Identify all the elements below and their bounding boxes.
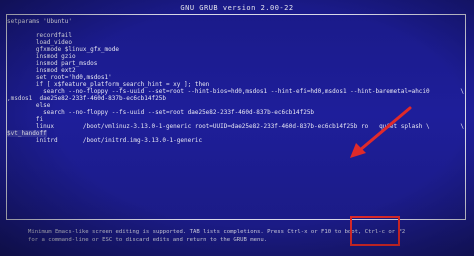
editor-line-recordfail[interactable]: recordfail <box>7 32 72 39</box>
editor-line-search-hint-cont[interactable]: ,msdos1 dae25e82-233f-460d-837b-ec6cb14f… <box>7 95 166 102</box>
editor-line-fi[interactable]: fi <box>7 116 43 123</box>
editor-line-insmod-part-msdos[interactable]: insmod part_msdos <box>7 60 97 67</box>
editor-line-load-video[interactable]: load_video <box>7 39 72 46</box>
editor-help-text: Minimum Emacs-like screen editing is sup… <box>28 229 405 244</box>
editor-line-if-feature[interactable]: if [ x$feature_platform_search_hint = xy… <box>7 81 209 88</box>
editor-line-else[interactable]: else <box>7 102 50 109</box>
help-line-1: Minimum Emacs-like screen editing is sup… <box>28 229 406 235</box>
help-line-2: for a command-line or ESC to discard edi… <box>28 236 268 243</box>
grub-screen: GNU GRUB version 2.00-22 setparams 'Ubun… <box>0 0 474 256</box>
line-overflow-marker: \ <box>460 123 464 130</box>
editor-line-vt-handoff[interactable]: $vt_handoff <box>7 130 47 137</box>
editor-line-search[interactable]: search --no-floppy --fs-uuid --set=root … <box>7 109 314 116</box>
editor-line-setparams[interactable]: setparams 'Ubuntu' <box>7 18 72 25</box>
f10-highlight-box <box>350 216 400 246</box>
editor-line-gfxmode[interactable]: gfxmode $linux_gfx_mode <box>7 46 119 53</box>
boot-entry-editor[interactable]: setparams 'Ubuntu' recordfail load_video… <box>6 14 466 220</box>
line-overflow-marker: \ <box>460 88 464 95</box>
editor-line-insmod-ext2[interactable]: insmod ext2 <box>7 67 76 74</box>
editor-line-initrd[interactable]: initrd /boot/initrd.img-3.13.0-1-generic <box>7 137 202 144</box>
editor-line-linux[interactable]: linux /boot/vmlinuz-3.13.0-1-generic roo… <box>7 123 430 130</box>
editor-line-set-root[interactable]: set root='hd0,msdos1' <box>7 74 112 81</box>
editor-line-search-hint[interactable]: search --no-floppy --fs-uuid --set=root … <box>7 88 430 95</box>
grub-header-title: GNU GRUB version 2.00-22 <box>180 4 294 12</box>
editor-line-insmod-gzio[interactable]: insmod gzio <box>7 53 76 60</box>
